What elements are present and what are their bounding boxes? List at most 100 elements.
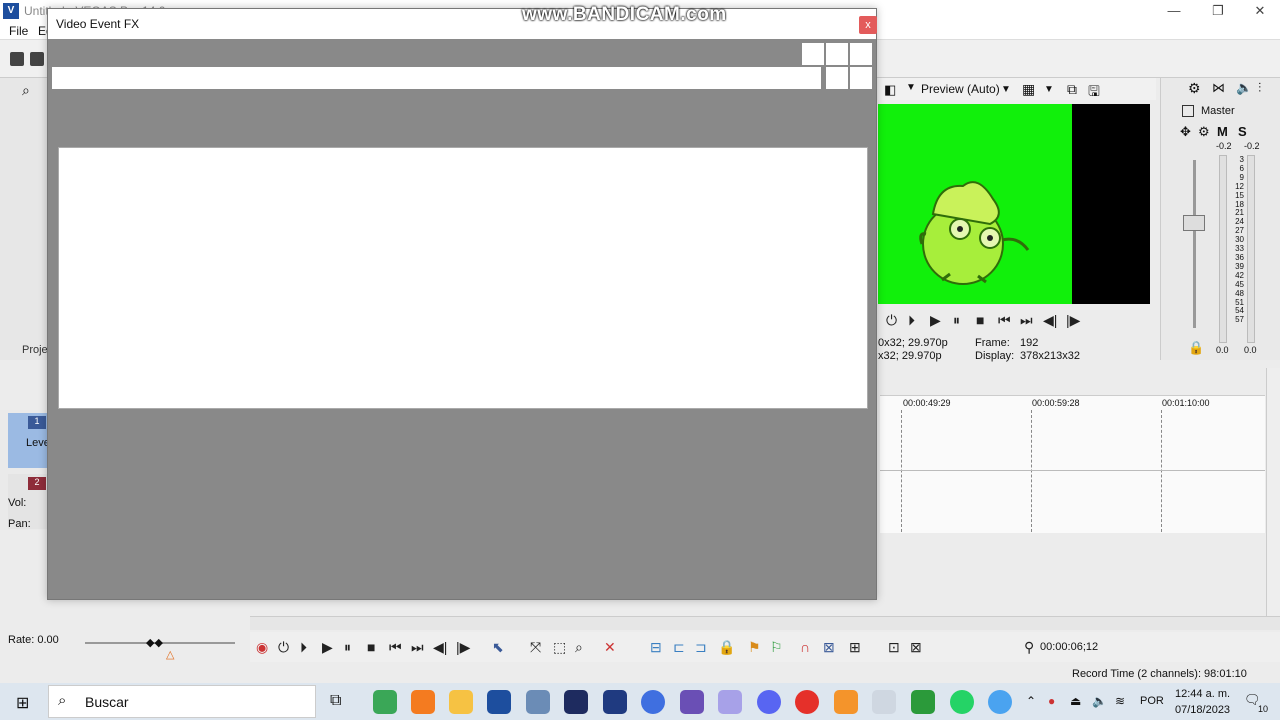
pause-icon[interactable]: ⏸	[953, 312, 960, 329]
vegas-app-icon[interactable]	[603, 690, 627, 714]
delete-icon[interactable]: ✕	[604, 639, 616, 656]
solo-button[interactable]: S	[1238, 124, 1247, 139]
new-project-icon[interactable]	[10, 52, 24, 66]
snapping-icon[interactable]: ∩	[800, 639, 810, 655]
minimize-icon[interactable]: —	[1152, 0, 1196, 22]
movie-maker-icon[interactable]	[680, 690, 704, 714]
gear-icon[interactable]: ⚙	[1188, 80, 1201, 97]
clock-date[interactable]: 07/18/2023	[1175, 704, 1230, 716]
envelope-tool-icon[interactable]: ⤧	[530, 639, 541, 656]
stop-icon[interactable]: ■	[976, 312, 984, 328]
split-screen-icon[interactable]: ◧	[884, 82, 896, 98]
stop-icon[interactable]: ■	[367, 639, 375, 655]
go-end-icon[interactable]: ⏭	[411, 639, 424, 656]
trim-end-icon[interactable]: ⊐	[695, 639, 707, 656]
play-from-start-icon[interactable]: ⏵	[908, 312, 915, 329]
fl-studio-icon[interactable]	[834, 690, 858, 714]
master-checkbox[interactable]	[1182, 105, 1194, 117]
copy-snapshot-icon[interactable]: ⧉	[1067, 81, 1077, 98]
lock-envelopes-icon[interactable]: ⊡	[888, 639, 900, 656]
timecode-display[interactable]: 00:00:06;12	[1040, 641, 1098, 653]
vegas-pro-icon[interactable]	[487, 690, 511, 714]
media-player-icon[interactable]	[526, 690, 550, 714]
chevron-down-icon[interactable]: ▼	[1044, 84, 1054, 95]
next-frame-icon[interactable]: |▶	[1066, 312, 1080, 329]
go-end-icon[interactable]: ⏭	[1020, 312, 1033, 329]
go-start-icon[interactable]: ⏮	[998, 312, 1011, 329]
clock-time[interactable]: 12:44 a. m.	[1175, 688, 1230, 700]
dialog-close-button[interactable]: x	[859, 16, 877, 34]
fx-preset-button[interactable]	[826, 67, 848, 89]
volume-icon[interactable]: 🔈	[1092, 694, 1107, 708]
lock-icon[interactable]: 🔒	[718, 639, 735, 656]
timeline[interactable]	[880, 395, 1265, 533]
edge-icon[interactable]	[988, 690, 1012, 714]
region-icon[interactable]: ⚐	[770, 639, 783, 656]
prev-frame-icon[interactable]: ◀|	[433, 639, 447, 656]
save-snapshot-icon[interactable]: 🖫	[1088, 81, 1100, 105]
task-view-icon[interactable]: ⧉	[330, 692, 341, 710]
ignore-grouping-icon[interactable]: ⊠	[910, 639, 922, 656]
fx-chain-strip[interactable]	[52, 67, 821, 89]
speaker-icon[interactable]: 🔈	[1236, 80, 1252, 96]
rate-slider-handle-icon[interactable]: ◆◆	[146, 636, 163, 649]
go-start-icon[interactable]: ⏮	[389, 639, 402, 656]
next-frame-icon[interactable]: |▶	[456, 639, 470, 656]
loop-icon[interactable]: ⏻	[886, 312, 897, 329]
marker-icon[interactable]: ⚑	[748, 639, 761, 656]
chevron-down-icon[interactable]: ▼	[1001, 84, 1011, 95]
overlays-grid-icon[interactable]: ▦	[1022, 81, 1035, 98]
horizontal-scrollbar[interactable]	[250, 616, 1280, 630]
fx-icon[interactable]: ✥	[1180, 124, 1191, 140]
record-icon[interactable]: ◉	[256, 639, 268, 656]
play-icon[interactable]: ▶	[322, 639, 333, 656]
fx-chain-button[interactable]	[802, 43, 824, 65]
vertical-scrollbar[interactable]	[1266, 368, 1280, 616]
bandicam-tray-icon[interactable]: ●	[1048, 694, 1055, 708]
app-icon[interactable]	[872, 690, 896, 714]
play-icon[interactable]: ▶	[930, 312, 941, 329]
loop-icon[interactable]: ⏻	[278, 639, 289, 656]
fx-parameters-panel[interactable]	[58, 147, 868, 409]
preview-quality-select[interactable]: Preview (Auto)	[921, 82, 1000, 96]
master-fader-handle[interactable]	[1183, 215, 1205, 231]
usb-icon[interactable]: ⏏	[1070, 694, 1081, 708]
mute-button[interactable]: M	[1217, 124, 1228, 139]
gear-icon[interactable]: ⚙	[1198, 124, 1210, 140]
selection-tool-icon[interactable]: ⬚	[553, 639, 566, 656]
vpn-app-icon[interactable]	[641, 690, 665, 714]
bandicam-record-icon[interactable]	[795, 690, 819, 714]
open-folder-icon[interactable]	[30, 52, 44, 66]
chevron-down-icon[interactable]: ▼	[906, 82, 916, 93]
lock-icon[interactable]: 🔒	[1188, 340, 1204, 356]
pause-icon[interactable]: ⏸	[344, 639, 351, 656]
fx-chain-button[interactable]	[826, 43, 848, 65]
auto-crossfade-icon[interactable]: ⊠	[823, 639, 835, 656]
menu-file[interactable]: File	[9, 24, 28, 38]
tab-project-media[interactable]: Proje	[22, 344, 48, 356]
chevron-up-icon[interactable]: ⌃	[1026, 694, 1036, 708]
zoom-tool-icon[interactable]: ⌕	[575, 639, 583, 656]
xbox-icon[interactable]	[911, 690, 935, 714]
mixer-settings-icon[interactable]: ⫶	[1258, 80, 1261, 96]
audacity-icon[interactable]	[411, 690, 435, 714]
play-from-start-icon[interactable]: ⏵	[300, 639, 307, 656]
file-explorer-icon[interactable]	[449, 690, 473, 714]
close-icon[interactable]: ✕	[1238, 0, 1280, 22]
ripple-edit-icon[interactable]: ⊞	[849, 639, 861, 656]
windows-start-icon[interactable]: ⊞	[16, 693, 29, 713]
search-icon[interactable]: ⌕	[22, 82, 30, 99]
language-indicator[interactable]: POR	[1140, 695, 1164, 707]
whatsapp-icon[interactable]	[950, 690, 974, 714]
fx-chain-button[interactable]	[850, 43, 872, 65]
trim-icon[interactable]: ⊟	[650, 639, 662, 656]
downmix-icon[interactable]: ⋈	[1212, 80, 1225, 96]
maximize-icon[interactable]: ❐	[1196, 0, 1240, 22]
wifi-icon[interactable]: ≋	[1115, 694, 1125, 708]
fx-preset-button[interactable]	[850, 67, 872, 89]
prev-frame-icon[interactable]: ◀|	[1043, 312, 1057, 329]
anime-app-icon[interactable]	[718, 690, 742, 714]
normal-edit-tool-icon[interactable]: ⬉	[492, 639, 504, 656]
trim-start-icon[interactable]: ⊏	[673, 639, 685, 656]
dialog-titlebar[interactable]	[48, 9, 876, 39]
